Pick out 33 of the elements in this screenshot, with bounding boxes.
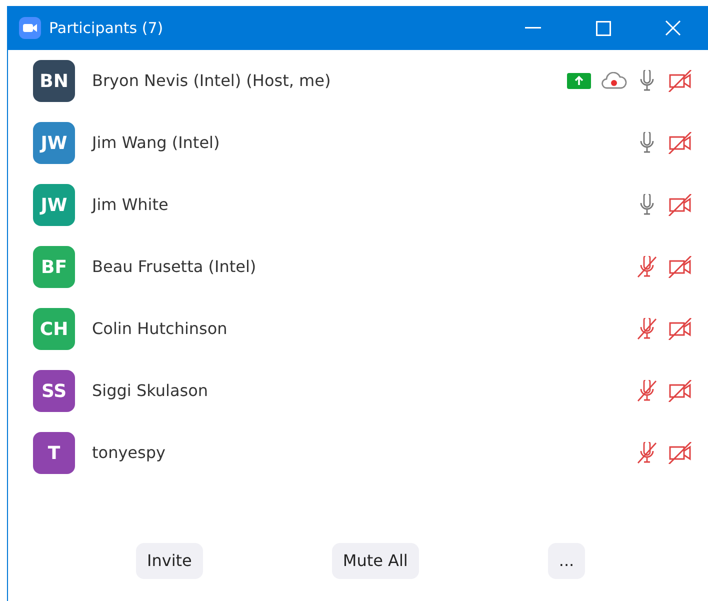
- avatar: BN: [33, 60, 75, 102]
- minimize-icon: [525, 27, 541, 29]
- close-icon: [665, 20, 681, 36]
- avatar: SS: [33, 370, 75, 412]
- muted-microphone-icon[interactable]: [637, 256, 657, 278]
- avatar: BF: [33, 246, 75, 288]
- window-title: Participants (7): [49, 18, 164, 39]
- video-off-icon[interactable]: [667, 132, 692, 154]
- participant-name: Bryon Nevis (Intel) (Host, me): [92, 70, 332, 92]
- video-off-icon[interactable]: [667, 194, 692, 216]
- participant-name: Beau Frusetta (Intel): [92, 256, 258, 278]
- mute-all-button[interactable]: Mute All: [332, 543, 419, 579]
- participant-name: Colin Hutchinson: [92, 318, 228, 340]
- video-off-icon[interactable]: [667, 318, 692, 340]
- maximize-icon: [596, 20, 610, 36]
- camera-icon: [19, 17, 41, 39]
- muted-microphone-icon[interactable]: [637, 318, 657, 340]
- avatar: JW: [33, 184, 75, 226]
- video-off-icon[interactable]: [667, 380, 692, 402]
- muted-microphone-icon[interactable]: [637, 380, 657, 402]
- more-button[interactable]: ...: [548, 543, 586, 579]
- invite-button[interactable]: Invite: [136, 543, 203, 579]
- avatar: CH: [33, 308, 75, 350]
- avatar: T: [33, 432, 75, 474]
- avatar: JW: [33, 122, 75, 164]
- muted-microphone-icon[interactable]: [637, 442, 657, 464]
- video-off-icon[interactable]: [667, 256, 692, 278]
- participant-name: Jim Wang (Intel): [92, 132, 221, 154]
- participant-name: tonyespy: [92, 442, 166, 464]
- participant-name: Jim White: [92, 194, 170, 216]
- participant-name: Siggi Skulason: [92, 380, 210, 402]
- video-off-icon[interactable]: [667, 442, 692, 464]
- video-off-icon[interactable]: [667, 70, 692, 92]
